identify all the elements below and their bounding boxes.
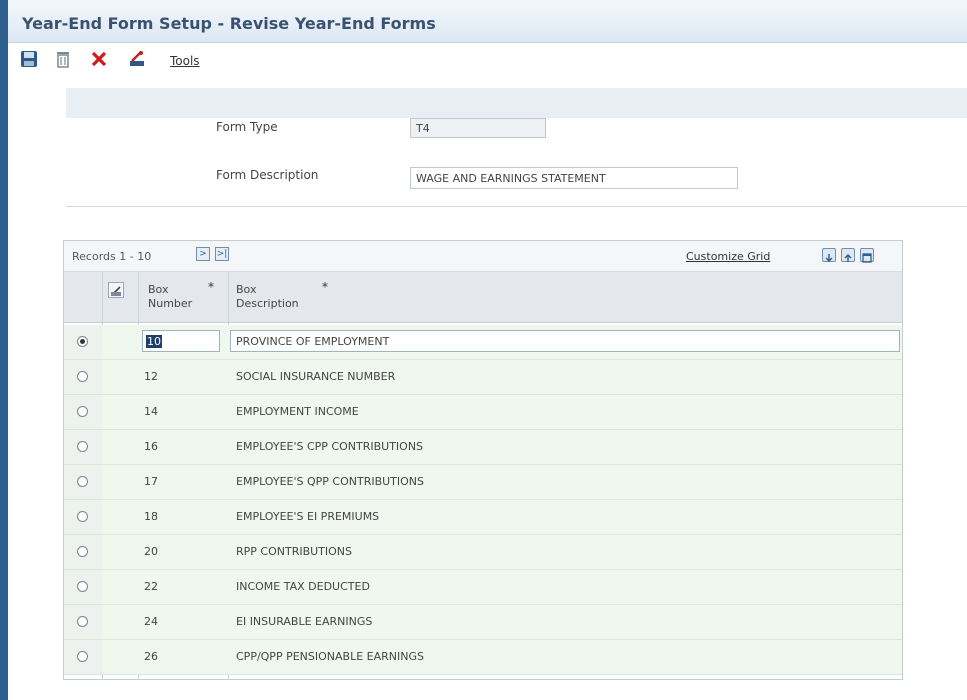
col-box-description-header[interactable]: Box Description [236,283,299,311]
table-row[interactable]: 26 CPP/QPP PENSIONABLE EARNINGS [64,640,902,675]
last-icon: >| [216,249,228,259]
import-icon [844,253,852,262]
row-select-cell [64,465,102,499]
table-row[interactable]: 12 SOCIAL INSURANCE NUMBER [64,360,902,395]
row-radio[interactable] [77,406,88,417]
grid-toolbar: Records 1 - 10 > >| Customize Grid [64,241,902,272]
row-select-cell [64,535,102,569]
box-description-cell[interactable]: INCOME TAX DEDUCTED [236,580,370,593]
box-number-cell[interactable]: 24 [144,615,158,628]
box-number-cell[interactable]: 22 [144,580,158,593]
form-description-field[interactable]: WAGE AND EARNINGS STATEMENT [410,167,738,189]
row-radio[interactable] [77,336,88,347]
save-icon [21,51,37,67]
box-number-input[interactable]: 10 [142,330,220,352]
next-page-button[interactable]: > [196,247,210,261]
row-select-cell [64,605,102,639]
col-box-number-line1: Box [148,283,169,296]
col-box-description-line2: Description [236,297,299,310]
customize-grid-link[interactable]: Customize Grid [686,250,770,263]
row-radio[interactable] [77,581,88,592]
tools-icon [130,51,144,66]
grid-column-header: Box Number * Box Description * [64,272,902,323]
box-description-cell[interactable]: EMPLOYMENT INCOME [236,405,359,418]
col-box-number-header[interactable]: Box Number [148,283,192,311]
toolbar: Tools [8,44,967,76]
row-radio[interactable] [77,371,88,382]
row-action-header[interactable] [108,282,124,298]
table-row[interactable]: 17 EMPLOYEE'S QPP CONTRIBUTIONS [64,465,902,500]
left-accent-bar [0,0,8,700]
table-row[interactable]: 22 INCOME TAX DEDUCTED [64,570,902,605]
table-row[interactable]: 24 EI INSURABLE EARNINGS [64,605,902,640]
box-number-cell[interactable]: 17 [144,475,158,488]
box-number-cell[interactable]: 12 [144,370,158,383]
tools-button[interactable] [128,50,146,68]
maximize-icon [862,253,872,263]
save-button[interactable] [20,50,38,68]
box-description-cell[interactable]: RPP CONTRIBUTIONS [236,545,352,558]
cancel-button[interactable] [90,50,108,68]
box-description-cell[interactable]: SOCIAL INSURANCE NUMBER [236,370,395,383]
box-number-cell[interactable]: 26 [144,650,158,663]
row-radio[interactable] [77,511,88,522]
row-select-cell [64,640,102,674]
cancel-icon [91,51,107,67]
box-description-cell[interactable]: EI INSURABLE EARNINGS [236,615,372,628]
records-count: Records 1 - 10 [72,250,152,263]
next-icon: > [199,249,207,259]
required-marker: * [322,280,328,294]
row-radio[interactable] [77,546,88,557]
header-band [66,88,967,118]
row-select-cell [64,570,102,604]
form-type-field: T4 [410,118,546,138]
title-bar: Year-End Form Setup - Revise Year-End Fo… [8,0,967,43]
row-select-cell [64,360,102,394]
last-page-button[interactable]: >| [215,247,229,261]
row-select-cell [64,500,102,534]
box-description-input[interactable]: PROVINCE OF EMPLOYMENT [230,330,900,352]
delete-button[interactable] [54,50,72,68]
box-number-cell[interactable]: 18 [144,510,158,523]
table-row[interactable]: 14 EMPLOYMENT INCOME [64,395,902,430]
row-select-cell [64,395,102,429]
box-description-cell[interactable]: EMPLOYEE'S CPP CONTRIBUTIONS [236,440,423,453]
box-grid: Records 1 - 10 > >| Customize Grid Box N… [63,240,903,680]
maximize-grid-button[interactable] [860,248,874,263]
form-description-label: Form Description [216,168,319,182]
box-number-cell[interactable]: 14 [144,405,158,418]
box-number-cell[interactable]: 16 [144,440,158,453]
required-marker: * [208,280,214,294]
row-exit-icon [111,286,121,296]
box-description-value: PROVINCE OF EMPLOYMENT [236,335,390,348]
row-radio[interactable] [77,476,88,487]
row-radio[interactable] [77,616,88,627]
row-radio[interactable] [77,651,88,662]
row-select-cell [64,430,102,464]
col-box-description-line1: Box [236,283,257,296]
box-number-value: 10 [146,335,162,348]
section-divider [66,206,967,207]
table-row[interactable]: 20 RPP CONTRIBUTIONS [64,535,902,570]
table-row[interactable]: 10 PROVINCE OF EMPLOYMENT [64,325,902,360]
row-radio[interactable] [77,441,88,452]
box-number-cell[interactable]: 20 [144,545,158,558]
import-grid-button[interactable] [841,248,855,262]
form-type-label: Form Type [216,120,278,134]
col-box-number-line2: Number [148,297,193,310]
table-row[interactable]: 16 EMPLOYEE'S CPP CONTRIBUTIONS [64,430,902,465]
box-description-cell[interactable]: EMPLOYEE'S QPP CONTRIBUTIONS [236,475,424,488]
delete-icon [57,52,69,68]
page-title: Year-End Form Setup - Revise Year-End Fo… [22,14,436,33]
box-description-cell[interactable]: CPP/QPP PENSIONABLE EARNINGS [236,650,424,663]
export-grid-button[interactable] [822,248,836,263]
row-select-cell [64,325,102,359]
table-row[interactable]: 18 EMPLOYEE'S EI PREMIUMS [64,500,902,535]
tools-menu-link[interactable]: Tools [170,54,200,68]
box-description-cell[interactable]: EMPLOYEE'S EI PREMIUMS [236,510,379,523]
export-icon [825,254,833,263]
